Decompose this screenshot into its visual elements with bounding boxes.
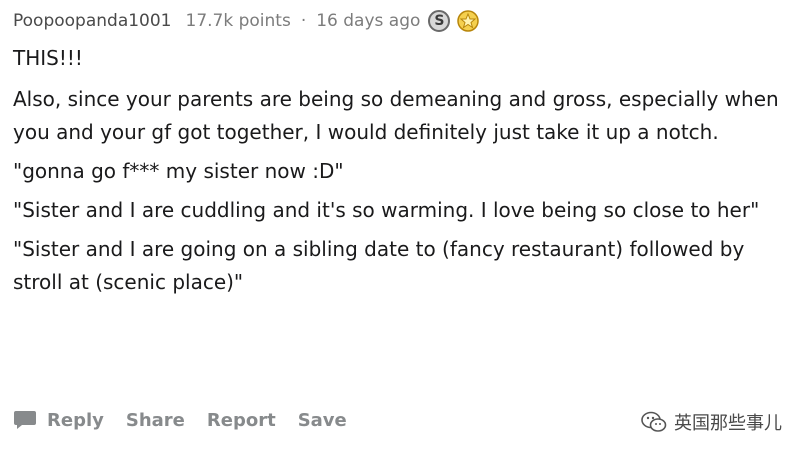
share-label: Share [125,409,185,431]
report-button[interactable]: Report [207,410,276,431]
gold-award-icon[interactable] [456,10,480,32]
share-button[interactable]: Share [126,410,185,431]
comment-paragraph: THIS!!! [13,46,83,70]
comment-action-bar: Reply Share Report Save [13,409,369,431]
watermark: 英国那些事儿 [640,409,782,435]
reply-button[interactable]: Reply [13,409,104,431]
watermark-text: 英国那些事儿 [674,413,782,434]
reply-label: Reply [47,409,104,431]
comment-bubble-icon [13,409,37,431]
save-button[interactable]: Save [298,410,347,431]
comment-username[interactable]: Poopoopanda1001 [13,11,172,31]
comment-paragraph: "gonna go f*** my sister now :D" [13,159,344,183]
comment-paragraph: "Sister and I are cuddling and it's so w… [13,198,760,222]
comment-paragraph: "Sister and I are going on a sibling dat… [13,237,745,294]
comment-time[interactable]: 16 days ago [316,11,420,31]
wechat-icon [640,410,668,434]
save-label: Save [297,409,347,431]
comment-meta: Poopoopanda1001 17.7k points · 16 days a… [13,10,480,32]
report-label: Report [206,409,276,431]
comment-paragraph: Also, since your parents are being so de… [13,87,779,144]
comment-body: THIS!!! Also, since your parents are bei… [13,42,788,305]
comment-points: 17.7k points [185,11,291,31]
silver-award-icon[interactable]: S [428,10,451,32]
meta-separator: · [300,11,307,31]
